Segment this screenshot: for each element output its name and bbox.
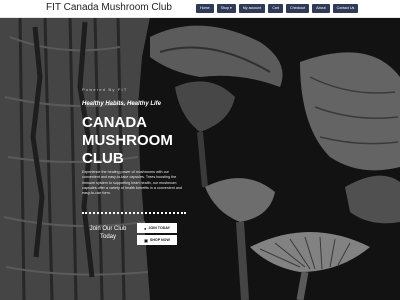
shop-now-label: SHOP NOW [149,238,170,242]
main-nav: Home Shop ▾ My account Cart Checkout Abo… [196,4,359,13]
hero-tagline: Healthy Habits, Healthy Life [82,101,162,107]
site-brand[interactable]: FIT Canada Mushroom Club [46,2,172,13]
join-club-text: Join Our Club Today [89,226,127,240]
nav-about[interactable]: About [312,4,330,13]
hero-title: CANADA MUSHROOM CLUB [82,114,173,167]
nav-contact-us[interactable]: Contact Us [332,4,359,13]
nav-shop[interactable]: Shop ▾ [216,4,236,13]
nav-home[interactable]: Home [196,4,214,13]
join-today-button[interactable]: ● JOIN TODAY [137,223,177,233]
shop-now-button[interactable]: ▣ SHOP NOW [137,235,177,245]
hero-description: Experience the healing power of mushroom… [82,170,182,196]
user-icon: ● [144,225,147,231]
nav-checkout[interactable]: Checkout [285,4,310,13]
hero-content: Powered By FIT Healthy Habits, Healthy L… [0,17,400,300]
join-today-label: JOIN TODAY [148,226,170,230]
header-bar: FIT Canada Mushroom Club Home Shop ▾ My … [0,0,400,18]
powered-by-text: Powered By FIT [82,87,128,92]
dotted-divider [82,212,186,214]
nav-my-account[interactable]: My account [238,4,266,13]
nav-cart[interactable]: Cart [268,4,283,13]
cart-icon: ▣ [144,237,148,243]
